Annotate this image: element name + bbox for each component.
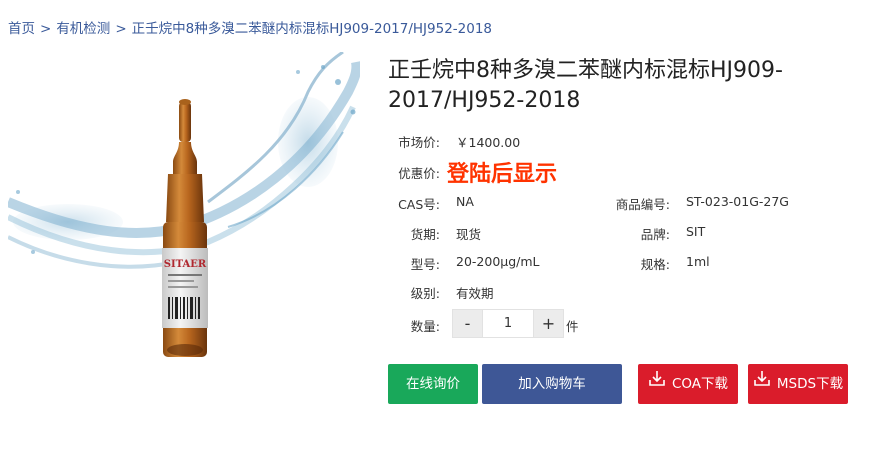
stock-value: 现货 xyxy=(456,227,482,242)
download-icon xyxy=(753,363,771,403)
quantity-unit: 件 xyxy=(566,319,579,334)
coa-download-label: COA下载 xyxy=(671,376,729,392)
grade-value: 有效期 xyxy=(456,286,494,301)
coa-download-button[interactable]: COA下载 xyxy=(638,364,738,404)
brand-label: 品牌: xyxy=(640,227,670,242)
breadcrumb-current[interactable]: 正壬烷中8种多溴二苯醚内标混标HJ909-2017/HJ952-2018 xyxy=(132,21,492,37)
breadcrumb: 首页 > 有机检测 > 正壬烷中8种多溴二苯醚内标混标HJ909-2017/HJ952-… xyxy=(8,17,492,37)
spec-value: 1ml xyxy=(686,254,710,269)
ampoule-vial-image: SITAER xyxy=(6,50,362,357)
quantity-input[interactable] xyxy=(482,310,534,337)
stock-label: 货期: xyxy=(410,227,440,242)
promo-price-label: 优惠价: xyxy=(398,166,440,181)
add-to-cart-button[interactable]: 加入购物车 xyxy=(482,364,622,404)
msds-download-label: MSDS下载 xyxy=(776,376,844,392)
breadcrumb-separator: > xyxy=(40,21,52,37)
vial-label-brand: SITAER xyxy=(164,259,207,270)
add-to-cart-label: 加入购物车 xyxy=(518,376,586,392)
model-label: 型号: xyxy=(410,257,440,272)
promo-price-value: 登陆后显示 xyxy=(447,162,558,187)
item-no-label: 商品编号: xyxy=(615,197,670,212)
cas-label: CAS号: xyxy=(398,197,440,212)
spec-label: 规格: xyxy=(640,257,670,272)
quantity-stepper: - + xyxy=(452,309,564,338)
product-image: SITAER xyxy=(6,50,362,372)
download-icon xyxy=(648,363,666,403)
quantity-minus-button[interactable]: - xyxy=(453,310,482,337)
brand-value: SIT xyxy=(686,224,706,239)
item-no-value: ST-023-01G-27G xyxy=(686,194,789,209)
model-value: 20-200μg/mL xyxy=(456,254,540,269)
online-inquiry-button[interactable]: 在线询价 xyxy=(388,364,478,404)
market-price-label: 市场价: xyxy=(398,135,440,150)
market-price-value: ￥1400.00 xyxy=(456,135,521,150)
online-inquiry-label: 在线询价 xyxy=(406,376,460,392)
msds-download-button[interactable]: MSDS下载 xyxy=(748,364,848,404)
breadcrumb-separator: > xyxy=(115,21,127,37)
breadcrumb-home-link[interactable]: 首页 xyxy=(8,21,35,37)
cas-value: NA xyxy=(456,194,474,209)
grade-label: 级别: xyxy=(410,286,440,301)
breadcrumb-category-link[interactable]: 有机检测 xyxy=(56,21,110,37)
quantity-label: 数量: xyxy=(410,319,440,334)
product-title: 正壬烷中8种多溴二苯醚内标混标HJ909-2017/HJ952-2018 xyxy=(388,58,783,113)
quantity-plus-button[interactable]: + xyxy=(534,310,563,337)
